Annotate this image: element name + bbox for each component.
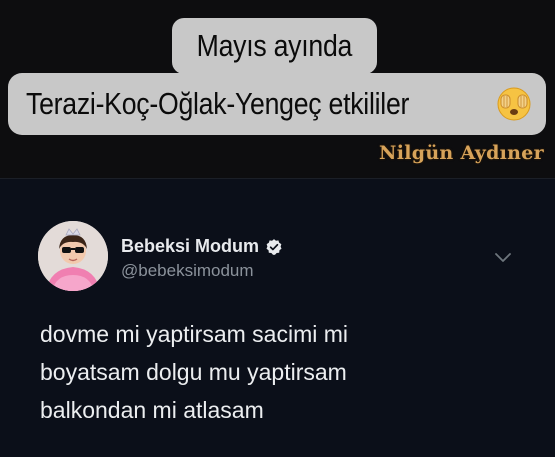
caption-line-2: Terazi-Koç-Oğlak-Yengeç etkililer [8, 73, 546, 135]
tweet-text-line: boyatsam dolgu mu yaptirsam [40, 359, 347, 385]
tweet-text: dovme mi yaptirsam sacimi mi boyatsam do… [40, 315, 520, 429]
user-handle[interactable]: @bebeksimodum [121, 261, 254, 281]
face-with-hands-over-eyes-icon [497, 87, 531, 121]
user-name-row: Bebeksi Modum [121, 236, 283, 257]
avatar[interactable] [38, 221, 108, 291]
caption-line-2-text: Terazi-Koç-Oğlak-Yengeç etkililer [26, 86, 410, 121]
chevron-down-icon[interactable] [494, 252, 512, 264]
user-name[interactable]: Bebeksi Modum [121, 236, 259, 257]
caption-line-1: Mayıs ayında [172, 18, 377, 74]
watermark-signature: Nilgün Aydıner [379, 142, 544, 164]
tweet-text-line: balkondan mi atlasam [40, 397, 264, 423]
tweet-text-line: dovme mi yaptirsam sacimi mi [40, 321, 348, 347]
avatar-image [38, 221, 108, 291]
tweet-card[interactable]: Bebeksi Modum @bebeksimodum dovme mi yap… [0, 178, 555, 457]
caption-line-1-text: Mayıs ayında [196, 28, 353, 63]
verified-badge-icon [266, 238, 282, 255]
